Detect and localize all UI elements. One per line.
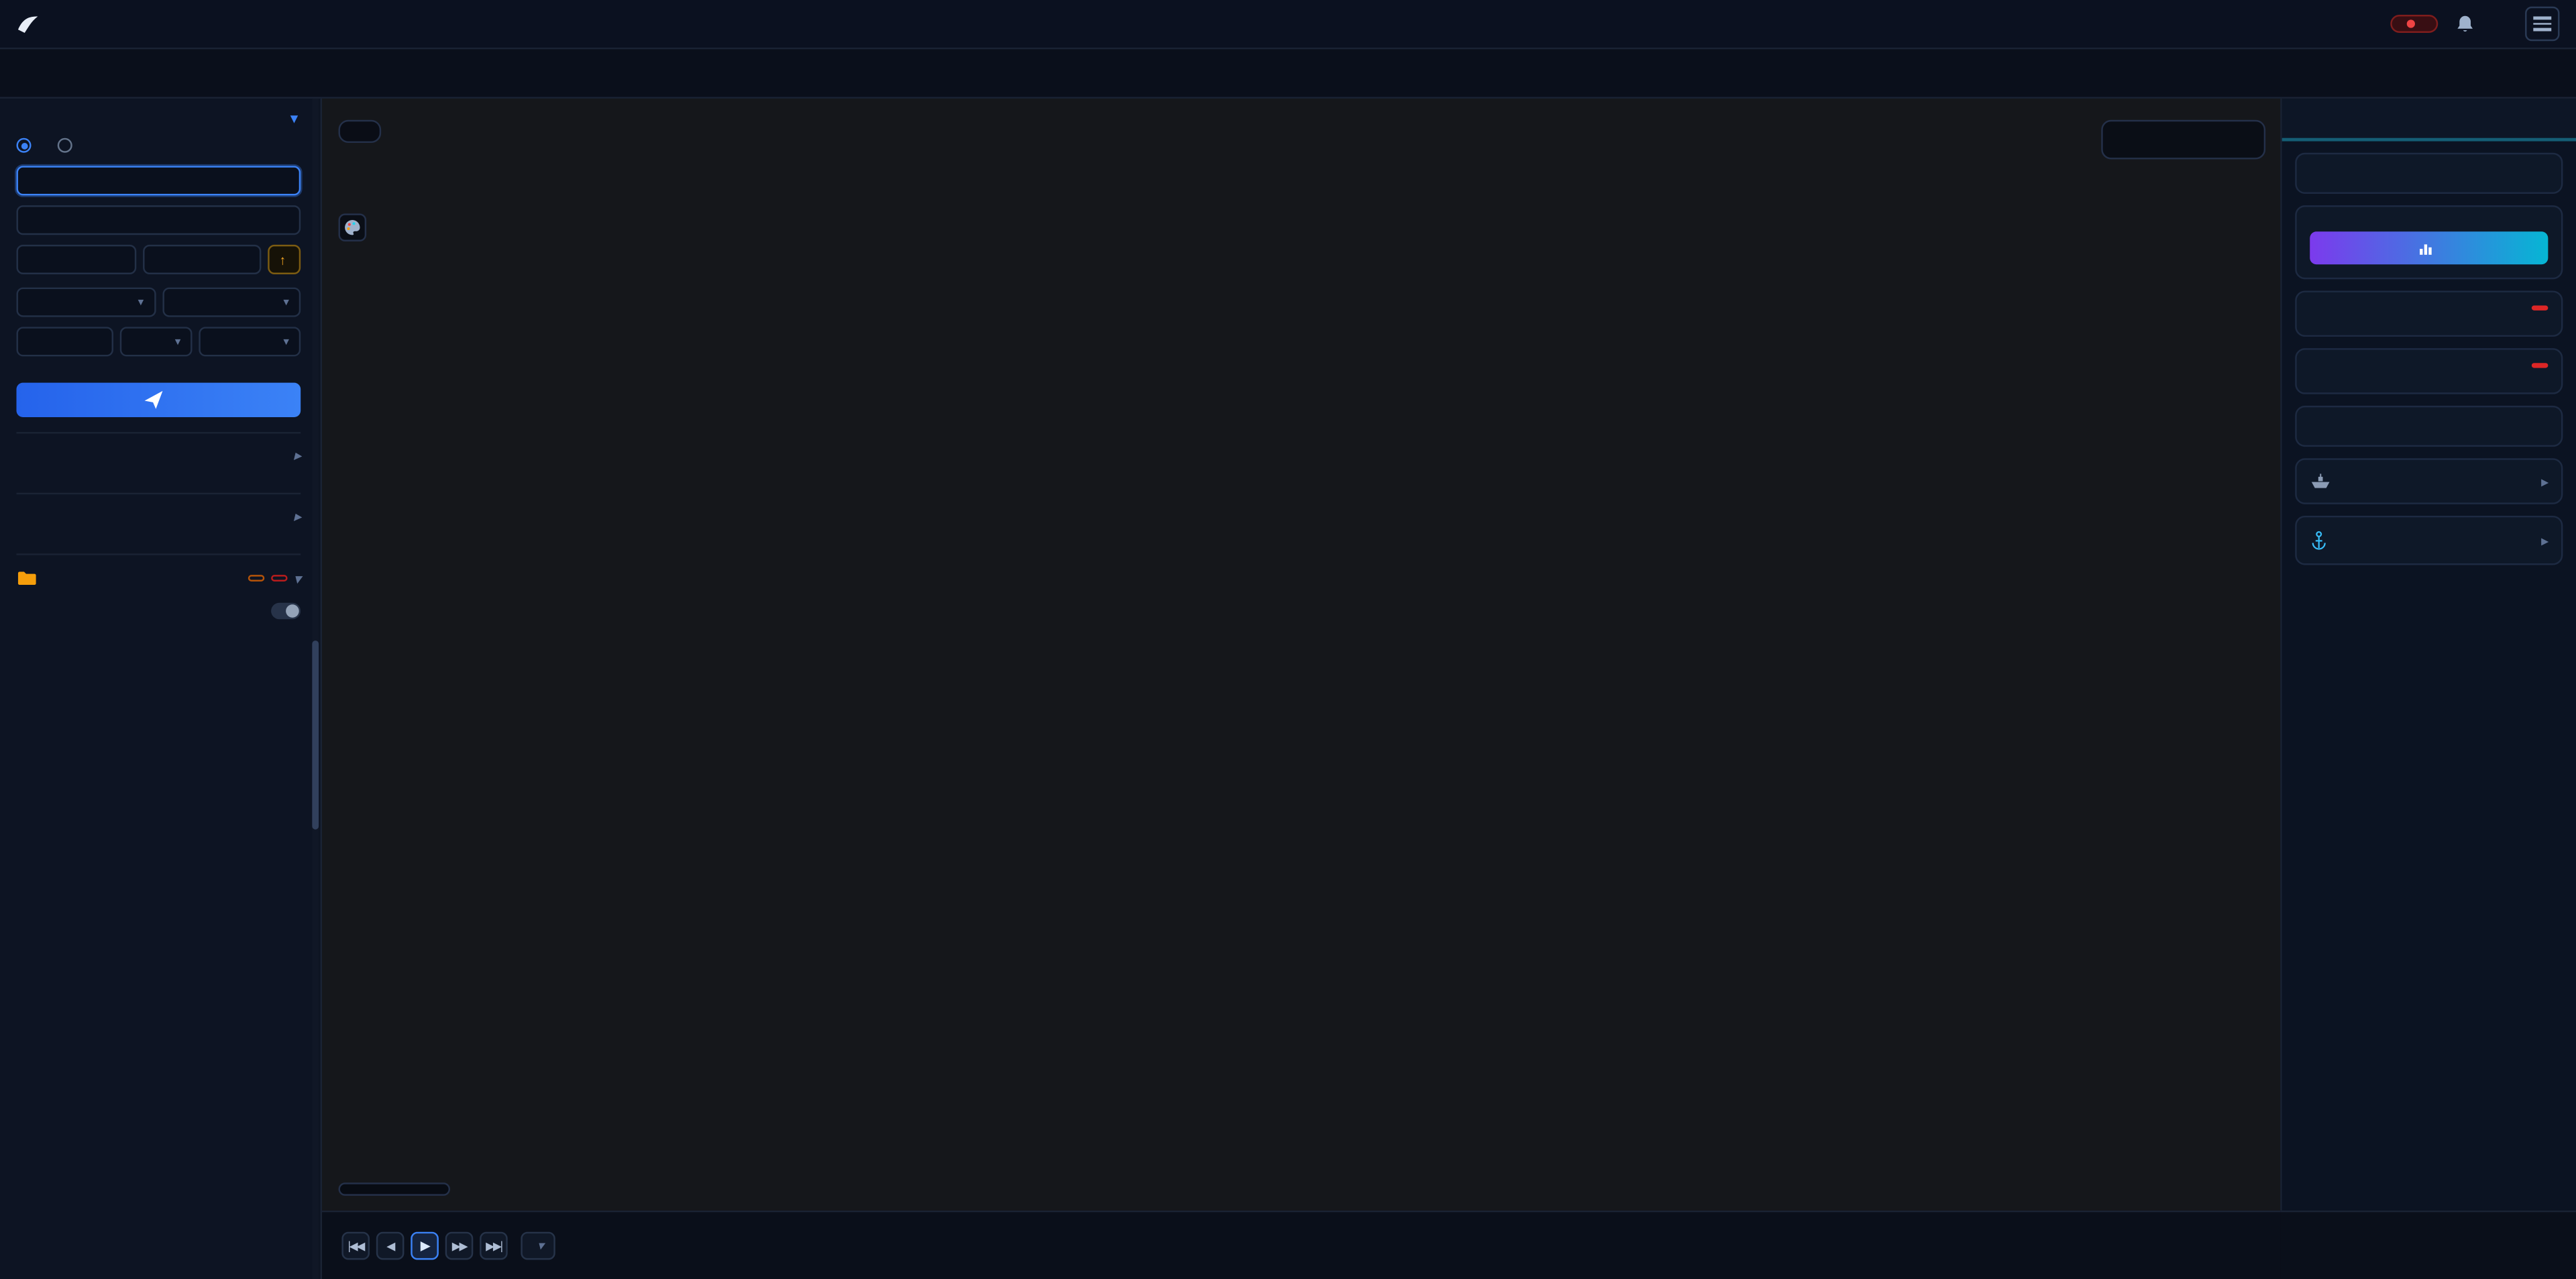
- accident-info-section[interactable]: ▸: [16, 432, 301, 478]
- chevron-down-icon: ▾: [283, 335, 289, 349]
- polygon-analysis-button[interactable]: [2310, 231, 2548, 264]
- logo-icon: [16, 14, 39, 34]
- skip-start-button[interactable]: |◀◀: [341, 1232, 370, 1260]
- longitude-input[interactable]: [142, 245, 262, 274]
- master-layer-toggle[interactable]: [271, 603, 301, 619]
- action-buttons: [2280, 1211, 2576, 1279]
- timeline-track[interactable]: [575, 1212, 2241, 1279]
- chevron-down-icon: ▾: [283, 296, 289, 309]
- chevron-down-icon: ▾: [537, 1239, 544, 1254]
- summary-tab[interactable]: [2282, 99, 2576, 142]
- up-arrow-icon: ↑: [279, 252, 286, 267]
- send-icon: [145, 391, 163, 409]
- palette-icon: [343, 219, 362, 237]
- map-area: [322, 99, 2280, 1211]
- nav-right: [2390, 7, 2559, 40]
- chevron-down-icon: ▾: [175, 335, 181, 349]
- top-navbar: [0, 0, 2576, 49]
- accident-list-input[interactable]: [16, 205, 301, 235]
- fast-forward-button[interactable]: ▶▶: [445, 1232, 474, 1260]
- brand[interactable]: [16, 14, 59, 34]
- forecast-summary-title: [2310, 363, 2548, 368]
- weathering-card: [2295, 406, 2563, 447]
- chevron-right-icon: ▸: [2542, 533, 2548, 548]
- play-button[interactable]: ▶: [411, 1232, 439, 1260]
- map-canvas[interactable]: [322, 99, 2280, 1211]
- prediction-input-panel: ▼ ↑ ▾ ▾ ▾ ▾ ▸ ▸: [0, 99, 322, 1279]
- app-root: ▼ ↑ ▾ ▾ ▾ ▾ ▸ ▸: [0, 0, 2576, 1279]
- folder-icon: [16, 570, 36, 586]
- danger-badge: [2532, 306, 2548, 311]
- incident-status-badge: [2390, 15, 2438, 33]
- step-back-button[interactable]: ◀: [376, 1232, 405, 1260]
- oil-type-select[interactable]: ▾: [162, 288, 301, 317]
- sub-tabbar: [0, 49, 2576, 98]
- forecast-summary-card: [2295, 348, 2563, 394]
- accident-name-input[interactable]: [16, 166, 301, 195]
- pollution-analysis-card: [2295, 205, 2563, 279]
- radio-dot-icon: [16, 138, 31, 153]
- spill-mode-select[interactable]: ▾: [16, 288, 155, 317]
- map-legend: [2101, 120, 2265, 160]
- layers-section-header: ▾: [16, 553, 301, 596]
- stage: ▼ ↑ ▾ ▾ ▾ ▾ ▸ ▸: [0, 0, 2576, 1279]
- pick-on-map-button[interactable]: ↑: [268, 245, 301, 274]
- radio-dot-icon: [58, 138, 72, 153]
- chevron-right-icon: ▸: [294, 449, 301, 463]
- chevron-right-icon: ▸: [294, 509, 301, 524]
- chevron-down-icon: ▾: [138, 296, 144, 309]
- pollution-status-title: [2310, 306, 2548, 311]
- map-style-palette-button[interactable]: [338, 213, 366, 241]
- vessel-info-section[interactable]: ▸: [2295, 458, 2563, 504]
- notification-bell-icon[interactable]: [2455, 12, 2476, 35]
- collapse-up-icon[interactable]: ▼: [288, 112, 301, 127]
- pollution-status-card: [2295, 290, 2563, 337]
- timeline-bar: |◀◀ ◀ ▶ ▶▶ ▶▶| ▾: [322, 1211, 2280, 1279]
- impact-resources-section[interactable]: ▸: [16, 493, 301, 539]
- owner-insurance-section[interactable]: ▸: [2295, 516, 2563, 565]
- display-control-card: [2295, 153, 2563, 194]
- playback-controls: |◀◀ ◀ ▶ ▶▶ ▶▶| ▾: [341, 1232, 555, 1260]
- unit-select[interactable]: ▾: [120, 327, 193, 356]
- chart-icon: [2418, 241, 2432, 256]
- anchor-icon: [2310, 531, 2328, 550]
- menu-icon[interactable]: [2525, 7, 2559, 40]
- master-layer-row: [16, 596, 301, 629]
- weather-overlay: [338, 120, 381, 143]
- layers-all-on-button[interactable]: [248, 575, 264, 581]
- chevron-down-icon[interactable]: ▾: [294, 571, 301, 586]
- ship-icon: [2310, 473, 2331, 489]
- amount-input[interactable]: [16, 327, 113, 356]
- run-prediction-button[interactable]: [16, 383, 301, 417]
- duration-select[interactable]: ▾: [199, 327, 301, 356]
- summary-content: ▸ ▸: [2282, 142, 2576, 578]
- radio-direct-input[interactable]: [16, 138, 38, 153]
- layers-all-off-button[interactable]: [271, 575, 287, 581]
- left-panel-scrollbar[interactable]: [312, 641, 319, 830]
- danger-badge: [2532, 363, 2548, 368]
- radio-image-upload[interactable]: [58, 138, 79, 153]
- speed-select[interactable]: ▾: [521, 1232, 555, 1260]
- chevron-right-icon: ▸: [2542, 474, 2548, 489]
- analysis-summary-panel: ▸ ▸: [2280, 99, 2576, 1211]
- skip-end-button[interactable]: ▶▶|: [480, 1232, 508, 1260]
- map-status-bar: [338, 1182, 450, 1196]
- latitude-input[interactable]: [16, 245, 136, 274]
- incident-dot-icon: [2407, 19, 2415, 27]
